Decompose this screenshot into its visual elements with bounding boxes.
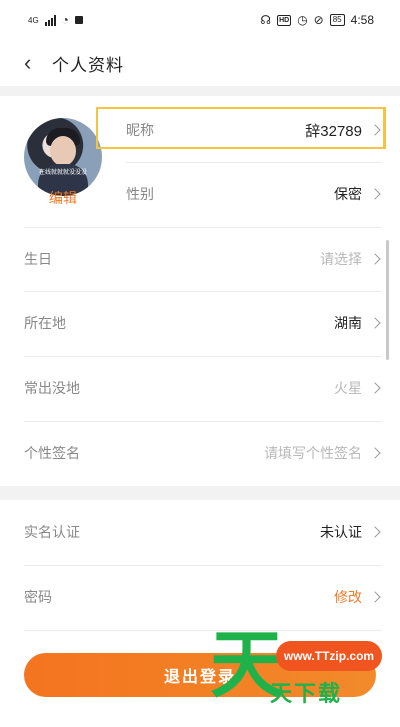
chevron-right-icon	[370, 317, 382, 329]
signal-icon	[44, 14, 56, 26]
field-value: 未认证	[320, 524, 362, 540]
field-label: 常出没地	[24, 380, 80, 396]
field-label: 所在地	[24, 315, 66, 331]
field-value: 请填写个性签名	[264, 445, 362, 461]
chevron-right-icon	[370, 447, 382, 459]
divider	[24, 630, 382, 631]
field-label: 个性签名	[24, 445, 80, 461]
notification-icon	[74, 16, 83, 24]
field-label: 实名认证	[24, 524, 80, 540]
field-row-password[interactable]: 密码 修改	[24, 565, 382, 629]
status-left: 4G ◔	[28, 13, 83, 27]
watermark-url: www.TTzip.com	[276, 641, 382, 671]
chevron-right-icon	[370, 253, 382, 265]
hd-badge: HD	[277, 14, 292, 26]
page-title: 个人资料	[52, 55, 124, 75]
page-header: ‹ 个人资料	[0, 40, 400, 86]
chevron-right-icon	[370, 188, 382, 200]
chevron-right-icon	[370, 382, 382, 394]
field-label: 性别	[126, 186, 154, 202]
highlight-box	[96, 107, 386, 149]
mute-icon: ⊘	[313, 13, 324, 27]
network-label: 4G	[28, 15, 39, 25]
back-icon[interactable]: ‹	[24, 52, 50, 74]
chevron-right-icon	[370, 591, 382, 603]
status-right: ☊ HD ◷ ⊘ 85 4:58	[260, 13, 374, 27]
section-gap	[0, 486, 400, 500]
field-row-gender[interactable]: 性别 保密	[126, 162, 382, 226]
edit-avatar-link[interactable]: 编辑	[24, 188, 102, 208]
alarm-icon: ◷	[297, 13, 308, 27]
field-value: 保密	[334, 186, 362, 202]
field-row-hangout[interactable]: 常出没地 火星	[24, 356, 382, 420]
avatar-caption: 在线就就就没没没	[38, 170, 87, 176]
field-row-location[interactable]: 所在地 湖南	[24, 291, 382, 355]
field-value: 请选择	[320, 251, 362, 267]
watermark-text: 天下载	[270, 681, 343, 706]
battery-icon: 85	[329, 14, 345, 26]
clock: 4:58	[350, 13, 374, 27]
status-bar: 4G ◔ ☊ HD ◷ ⊘ 85 4:58	[0, 0, 400, 40]
chevron-right-icon	[370, 526, 382, 538]
scrollbar[interactable]	[386, 240, 389, 360]
field-row-birthday[interactable]: 生日 请选择	[24, 227, 382, 291]
avatar[interactable]: 在线就就就没没没	[24, 118, 102, 196]
field-label: 密码	[24, 589, 52, 605]
field-value: 火星	[334, 380, 362, 396]
field-label: 生日	[24, 251, 52, 267]
headphone-icon: ☊	[260, 13, 272, 27]
avatar-face	[50, 136, 76, 166]
field-value: 湖南	[334, 315, 362, 331]
field-row-signature[interactable]: 个性签名 请填写个性签名	[24, 421, 382, 485]
wifi-icon: ◔	[61, 13, 69, 27]
section-gap	[0, 86, 400, 96]
field-value: 修改	[334, 589, 362, 605]
field-row-realname[interactable]: 实名认证 未认证	[24, 500, 382, 564]
